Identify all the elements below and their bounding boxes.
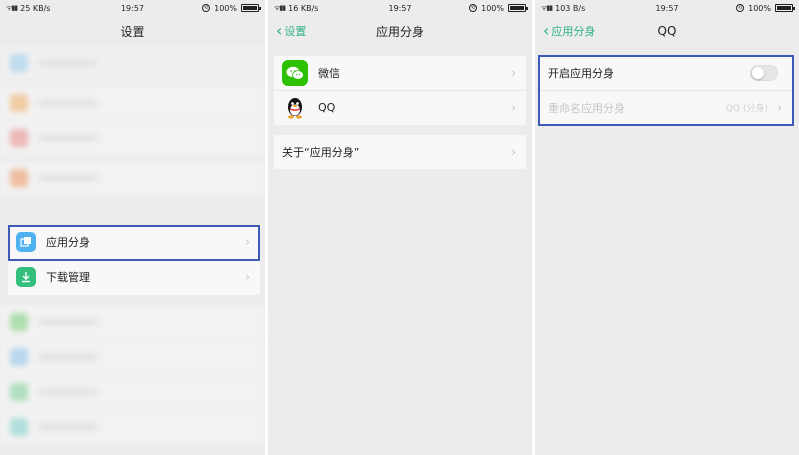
about-label: 关于“应用分身”: [282, 146, 360, 159]
clock: 19:57: [388, 3, 412, 13]
nav-bar: ‹ 设置 应用分身: [268, 16, 532, 46]
app-clone-screen: ᯤ▮▮ 16 KB/s 19:57 ⟲ 100% ‹ 设置 应用分身 微信 › QQ …: [268, 0, 532, 455]
nav-bar: ‹ 应用分身 QQ: [535, 16, 799, 46]
status-bar: ᯤ▮▮ 25 KB/s 19:57 ⟲ 100%: [0, 0, 265, 16]
three-screens: ᯤ▮▮ 25 KB/s 19:57 ⟲ 100% 设置 应用分身 › 下载管理 …: [0, 0, 799, 455]
nav-bar: 设置: [0, 16, 265, 46]
status-bar: ᯤ▮▮ 103 B/s 19:57 ⟲ 100%: [535, 0, 799, 16]
highlight-box: [538, 55, 794, 126]
about-card: 关于“应用分身” ›: [274, 135, 526, 169]
app-list: 微信 › QQ ›: [274, 56, 526, 125]
settings-item-download[interactable]: 下载管理 ›: [8, 259, 260, 293]
back-button[interactable]: ‹ 设置: [276, 16, 306, 46]
chevron-left-icon: ‹: [543, 21, 550, 40]
battery-icon: [775, 4, 795, 12]
download-icon: [16, 266, 36, 287]
about-app-clone[interactable]: 关于“应用分身” ›: [274, 135, 526, 169]
settings-item-label: 下载管理: [46, 270, 90, 284]
clock: 19:57: [655, 3, 679, 13]
chevron-right-icon: ›: [511, 66, 516, 80]
highlight-box: [8, 225, 260, 261]
page-title: 应用分身: [375, 24, 424, 39]
qq-clone-screen: ᯤ▮▮ 103 B/s 19:57 ⟲ 100% ‹ 应用分身 QQ 开启应用分身 重…: [535, 0, 799, 455]
blurred-settings-bottom: [0, 305, 265, 445]
battery-icon: [508, 4, 528, 12]
chevron-right-icon: ›: [511, 100, 516, 115]
chevron-right-icon: ›: [245, 269, 250, 284]
status-bar: ᯤ▮▮ 16 KB/s 19:57 ⟲ 100%: [268, 0, 532, 16]
battery-icon: [241, 4, 261, 12]
clock: 19:57: [120, 3, 145, 13]
app-item-label: 微信: [318, 67, 340, 80]
chevron-right-icon: ›: [511, 145, 516, 159]
blurred-settings-top: [0, 46, 265, 196]
settings-screen: ᯤ▮▮ 25 KB/s 19:57 ⟲ 100% 设置 应用分身 › 下载管理 …: [0, 0, 265, 455]
page-title: 设置: [120, 24, 145, 39]
app-item-wechat[interactable]: 微信 ›: [274, 56, 526, 90]
qq-icon: [282, 95, 308, 121]
back-label: 应用分身: [551, 25, 596, 38]
chevron-left-icon: ‹: [276, 21, 283, 40]
app-item-label: QQ: [318, 101, 336, 114]
page-title: QQ: [657, 24, 677, 38]
back-label: 设置: [284, 25, 307, 38]
back-button[interactable]: ‹ 应用分身: [543, 16, 595, 46]
app-item-qq[interactable]: QQ ›: [274, 90, 526, 124]
wechat-icon: [282, 60, 308, 86]
